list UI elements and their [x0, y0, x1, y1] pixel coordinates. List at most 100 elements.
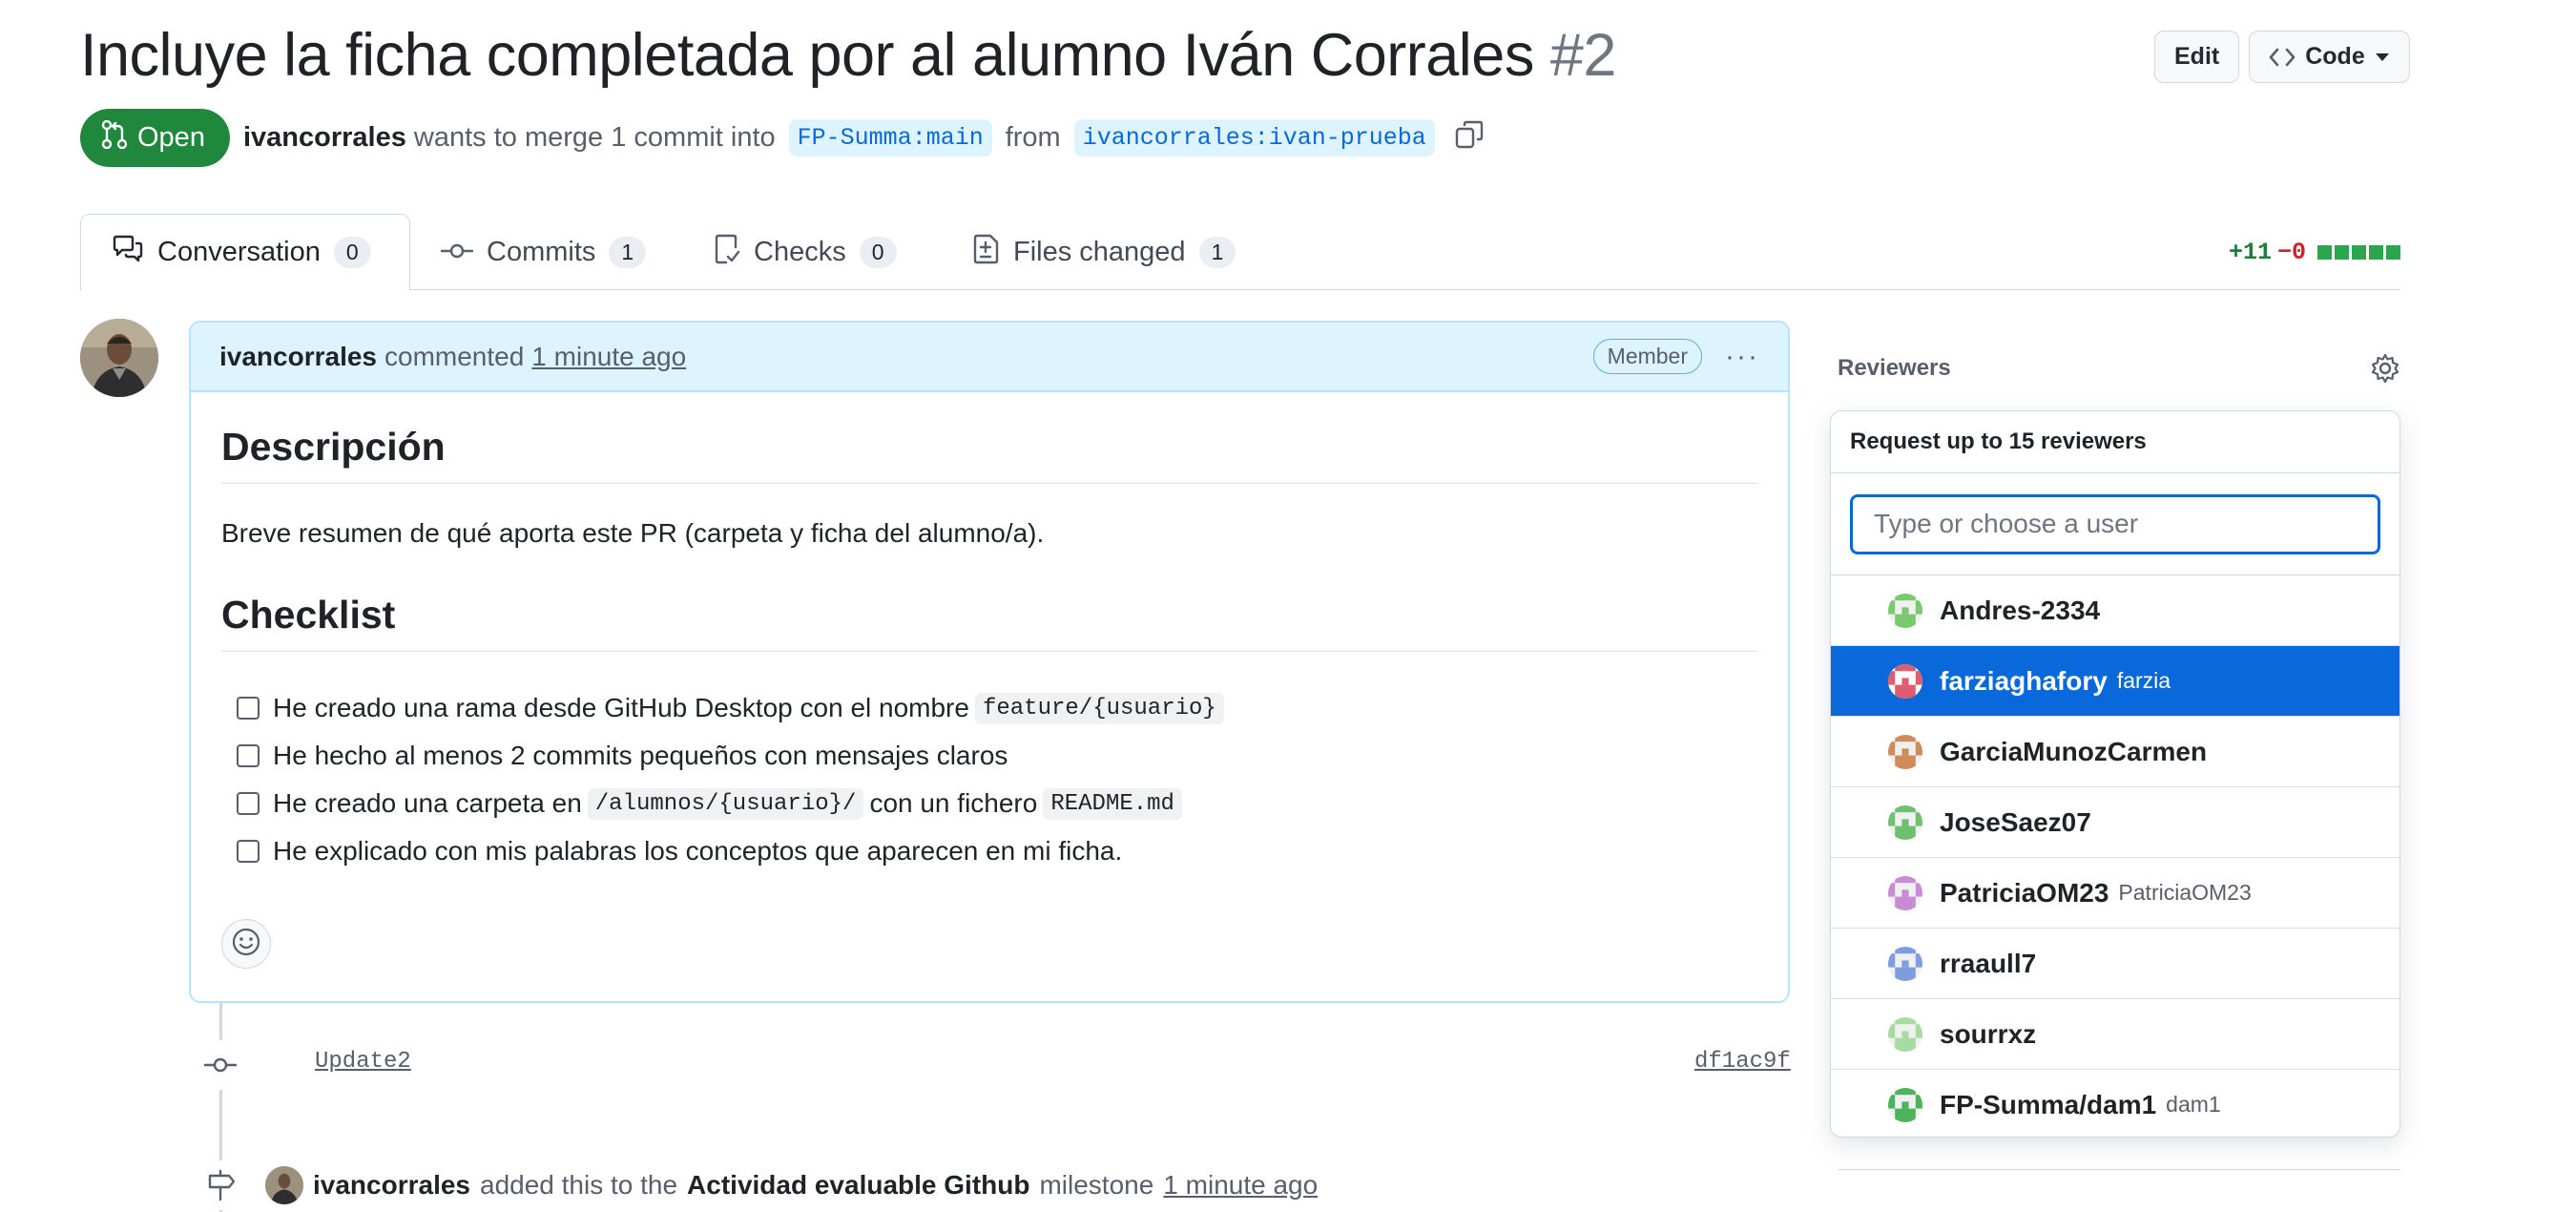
reviewer-login: rraaull7: [1940, 948, 2037, 978]
tab-checks[interactable]: Checks 0: [683, 214, 927, 291]
pr-title-text: Incluye la ficha completada por al alumn…: [80, 22, 1534, 89]
reviewer-option[interactable]: farziaghafory farzia: [1831, 646, 2399, 717]
comment-header: ivancorrales commented 1 minute ago Memb…: [191, 323, 1788, 392]
task-list: He creado una rama desde GitHub Desktop …: [221, 684, 1757, 875]
event-suffix: milestone: [1039, 1170, 1154, 1200]
gear-icon[interactable]: [2370, 353, 2400, 388]
pr-title: Incluye la ficha completada por al alumn…: [80, 21, 1616, 90]
status-label: Open: [137, 122, 205, 153]
pr-author[interactable]: ivancorrales: [243, 122, 406, 153]
reviewer-search-input[interactable]: [1850, 493, 2380, 554]
tab-conversation[interactable]: Conversation 0: [80, 214, 410, 291]
tab-files-changed[interactable]: Files changed 1: [943, 214, 1266, 291]
reviewer-name: farzia: [2116, 668, 2171, 693]
file-diff-icon: [973, 234, 1000, 272]
task-text: He creado una carpeta en: [273, 788, 582, 818]
event-text: added this to the: [480, 1170, 678, 1200]
git-pull-request-icon: [101, 119, 128, 157]
task-checkbox[interactable]: [237, 744, 260, 767]
comment-author[interactable]: ivancorrales: [219, 342, 377, 372]
header-actions: Edit Code: [2154, 31, 2410, 83]
pr-state-row: Open ivancorrales wants to merge 1 commi…: [80, 109, 1485, 167]
reviewer-login: Andres-2334: [1940, 595, 2101, 625]
code-button[interactable]: Code: [2249, 31, 2410, 83]
head-branch[interactable]: ivancorrales:ivan-prueba: [1073, 119, 1435, 157]
reviewers-popover: Request up to 15 reviewers Andres-2334 fa…: [1830, 410, 2400, 1138]
reviewer-option[interactable]: FP-Summa/dam1 dam1: [1831, 1070, 2399, 1137]
reviewer-option[interactable]: sourrxz: [1831, 999, 2399, 1070]
reviewers-heading: Reviewers: [1838, 355, 1951, 381]
task-text: con un fichero: [869, 788, 1038, 818]
comment-box: ivancorrales commented 1 minute ago Memb…: [189, 321, 1790, 1003]
copy-icon[interactable]: [1454, 119, 1485, 157]
status-badge: Open: [80, 109, 230, 167]
reviewer-login: GarciaMunozCarmen: [1940, 736, 2208, 766]
task-checkbox[interactable]: [237, 840, 260, 863]
sidebar-divider: [1838, 1169, 2400, 1170]
commit-sha-link[interactable]: df1ac9f: [1694, 1049, 1791, 1075]
diff-deletions: −0: [2276, 239, 2306, 266]
task-code: README.md: [1043, 787, 1182, 820]
tab-label: Files changed: [1013, 237, 1186, 267]
reviewer-option[interactable]: JoseSaez07: [1831, 787, 2399, 858]
tab-counter: 1: [1198, 237, 1236, 268]
description-paragraph: Breve resumen de qué aporta este PR (car…: [221, 518, 1045, 548]
popover-search: [1831, 473, 2399, 575]
task-item: He creado una rama desde GitHub Desktop …: [237, 684, 1757, 732]
milestone-icon: [196, 1160, 245, 1210]
milestone-link[interactable]: Actividad evaluable Github: [687, 1170, 1029, 1201]
task-text: He creado una rama desde GitHub Desktop …: [273, 693, 969, 722]
task-code: /alumnos/{usuario}/: [587, 787, 864, 820]
task-checkbox[interactable]: [237, 697, 260, 720]
reviewer-login: sourrxz: [1940, 1018, 2037, 1049]
task-item: He hecho al menos 2 commits pequeños con…: [237, 732, 1757, 780]
commit-message-link[interactable]: Update2: [315, 1049, 411, 1075]
heading-checklist: Checklist: [221, 593, 1757, 652]
base-branch[interactable]: FP-Summa:main: [788, 119, 992, 157]
comment-time[interactable]: 1 minute ago: [531, 342, 686, 372]
member-badge: Member: [1592, 339, 1703, 374]
reviewer-option[interactable]: PatriciaOM23 PatriciaOM23: [1831, 858, 2399, 929]
tab-counter: 0: [333, 237, 371, 268]
edit-button-label: Edit: [2174, 43, 2220, 70]
task-item: He creado una carpeta en /alumnos/{usuar…: [237, 780, 1757, 827]
reviewer-login: JoseSaez07: [1940, 806, 2091, 837]
triangle-down-icon: [2375, 52, 2390, 62]
avatar[interactable]: [80, 319, 158, 397]
popover-header: Request up to 15 reviewers: [1831, 411, 2399, 473]
from-text: from: [1005, 122, 1061, 153]
identicon-avatar: [1888, 875, 1922, 910]
identicon-avatar: [1888, 1087, 1922, 1122]
tab-label: Commits: [487, 237, 596, 267]
heading-descripcion: Descripción: [221, 425, 1757, 484]
task-text: He hecho al menos 2 commits pequeños con…: [273, 741, 1008, 770]
reviewer-option[interactable]: GarciaMunozCarmen: [1831, 717, 2399, 787]
diffstat-blocks: [2317, 245, 2400, 260]
git-commit-icon: [440, 237, 474, 268]
tab-label: Checks: [754, 237, 846, 267]
kebab-horizontal-icon[interactable]: ···: [1725, 341, 1759, 373]
tab-commits[interactable]: Commits 1: [410, 214, 676, 291]
merge-text: wants to merge 1 commit into: [413, 122, 776, 153]
comment-body: Descripción Breve resumen de qué aporta …: [191, 425, 1788, 969]
diffstat: +11 −0: [2229, 239, 2400, 266]
event-time[interactable]: 1 minute ago: [1163, 1170, 1318, 1201]
reviewer-option[interactable]: Andres-2334: [1831, 575, 2399, 646]
diff-additions: +11: [2228, 239, 2272, 266]
smiley-icon: [231, 927, 261, 962]
task-item: He explicado con mis palabras los concep…: [237, 827, 1757, 875]
task-text: He explicado con mis palabras los concep…: [273, 836, 1123, 866]
event-author[interactable]: ivancorrales: [313, 1170, 470, 1201]
code-icon: [2269, 47, 2296, 68]
add-reaction-button[interactable]: [221, 919, 271, 969]
task-code: feature/{usuario}: [974, 692, 1224, 724]
edit-button[interactable]: Edit: [2154, 31, 2240, 83]
reviewer-login: FP-Summa/dam1: [1940, 1089, 2157, 1119]
code-button-label: Code: [2305, 43, 2365, 70]
pr-number: #2: [1549, 22, 1617, 89]
reviewer-option[interactable]: rraaull7: [1831, 929, 2399, 999]
identicon-avatar: [1888, 946, 1922, 981]
task-checkbox[interactable]: [237, 792, 260, 815]
pr-author-line: ivancorrales wants to merge 1 commit int…: [243, 122, 776, 154]
avatar[interactable]: [265, 1166, 303, 1204]
